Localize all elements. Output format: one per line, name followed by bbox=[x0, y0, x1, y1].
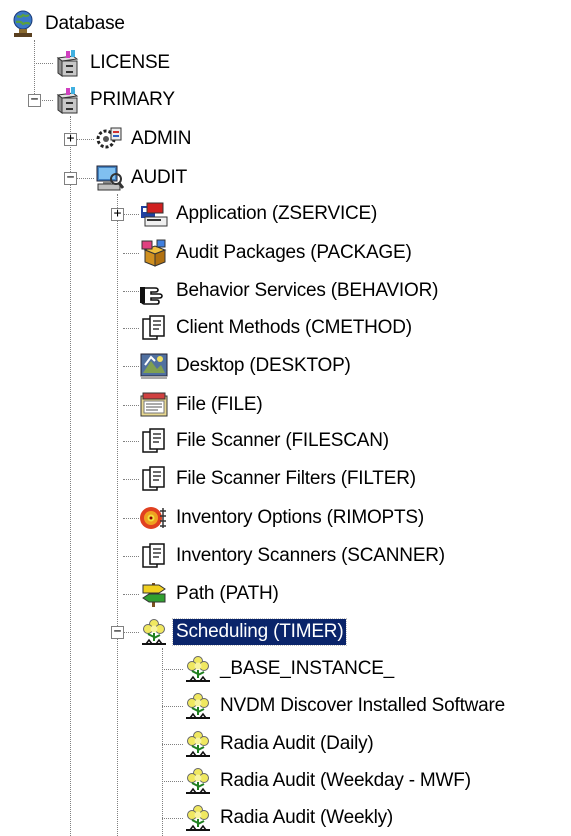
tree-line bbox=[70, 116, 71, 836]
tree-line bbox=[76, 139, 94, 140]
file-cabinet-icon bbox=[53, 85, 83, 115]
tree-node-label: Application (ZSERVICE) bbox=[176, 203, 378, 224]
tree-node-database[interactable]: Database bbox=[8, 7, 128, 41]
tree-line bbox=[123, 594, 139, 595]
tree-node-label: PRIMARY bbox=[90, 89, 175, 110]
tree-line bbox=[162, 744, 183, 745]
tree-node-label: Desktop (DESKTOP) bbox=[176, 355, 351, 376]
tree-node-label: Audit Packages (PACKAGE) bbox=[176, 242, 412, 263]
tree-node-label: Inventory Scanners (SCANNER) bbox=[176, 545, 445, 566]
tree-line bbox=[123, 405, 139, 406]
tree-node-label: File (FILE) bbox=[176, 394, 263, 415]
tree-node-behavior-services-behavior[interactable]: Behavior Services (BEHAVIOR) bbox=[139, 274, 441, 308]
class-document-icon bbox=[139, 541, 169, 571]
tree-node-label: Client Methods (CMETHOD) bbox=[176, 317, 412, 338]
tree-node-label: File Scanner Filters (FILTER) bbox=[176, 468, 416, 489]
collapse-toggle-icon[interactable]: − bbox=[111, 625, 124, 639]
tree-line bbox=[123, 479, 139, 480]
tree-node-primary[interactable]: PRIMARY bbox=[53, 83, 178, 117]
tree-line bbox=[162, 706, 183, 707]
expand-toggle-icon[interactable]: + bbox=[64, 132, 77, 146]
tree-line bbox=[123, 291, 139, 292]
tree-line bbox=[162, 648, 163, 836]
timer-flower-icon bbox=[183, 654, 213, 684]
audit-computer-icon bbox=[94, 163, 124, 193]
timer-flower-icon bbox=[139, 617, 169, 647]
tree-node-base-instance[interactable]: _BASE_INSTANCE_ bbox=[183, 652, 397, 686]
expand-toggle-icon[interactable]: + bbox=[111, 207, 124, 221]
tree-line bbox=[34, 40, 35, 100]
collapse-toggle-icon[interactable]: − bbox=[28, 93, 41, 107]
collapse-toggle-icon[interactable]: − bbox=[64, 171, 77, 185]
class-document-icon bbox=[139, 313, 169, 343]
tree-node-audit-packages-package[interactable]: Audit Packages (PACKAGE) bbox=[139, 236, 415, 270]
tree-line bbox=[123, 518, 139, 519]
timer-flower-icon bbox=[183, 803, 213, 833]
tree-node-label: Radia Audit (Daily) bbox=[220, 733, 374, 754]
tree-node-label: Behavior Services (BEHAVIOR) bbox=[176, 280, 439, 301]
tree-line bbox=[162, 781, 183, 782]
tree-node-file-scanner-filters-filter[interactable]: File Scanner Filters (FILTER) bbox=[139, 462, 419, 496]
file-cabinet-icon bbox=[53, 48, 83, 78]
timer-flower-icon bbox=[183, 766, 213, 796]
tree-line bbox=[123, 441, 139, 442]
path-signpost-icon bbox=[139, 579, 169, 609]
tree-node-label: LICENSE bbox=[90, 52, 170, 73]
tree-node-audit[interactable]: AUDIT bbox=[94, 161, 190, 195]
tree-node-file-file[interactable]: File (FILE) bbox=[139, 388, 265, 422]
tree-line bbox=[123, 556, 139, 557]
tree-line bbox=[123, 253, 139, 254]
tree-node-label: Database bbox=[45, 13, 125, 34]
timer-flower-icon bbox=[183, 691, 213, 721]
class-document-icon bbox=[139, 426, 169, 456]
tree-node-admin[interactable]: ADMIN bbox=[94, 122, 194, 156]
tree-node-desktop-desktop[interactable]: Desktop (DESKTOP) bbox=[139, 349, 354, 383]
tree-node-file-scanner-filescan[interactable]: File Scanner (FILESCAN) bbox=[139, 424, 392, 458]
tree-node-scheduling-timer[interactable]: Scheduling (TIMER) bbox=[139, 615, 348, 649]
tree-line bbox=[40, 100, 53, 101]
tree-line bbox=[162, 669, 183, 670]
admin-gear-icon bbox=[94, 124, 124, 154]
tree-node-license[interactable]: LICENSE bbox=[53, 46, 173, 80]
inventory-options-icon bbox=[139, 503, 169, 533]
class-document-icon bbox=[139, 464, 169, 494]
tree-line bbox=[123, 366, 139, 367]
tree-line bbox=[162, 818, 183, 819]
tree-line bbox=[123, 328, 139, 329]
tree-line bbox=[123, 214, 139, 215]
pointing-hand-icon bbox=[139, 276, 169, 306]
tree-node-path-path[interactable]: Path (PATH) bbox=[139, 577, 282, 611]
tree-node-label: _BASE_INSTANCE_ bbox=[220, 658, 395, 679]
tree-node-label: Path (PATH) bbox=[176, 583, 279, 604]
tree-node-client-methods-cmethod[interactable]: Client Methods (CMETHOD) bbox=[139, 311, 415, 345]
tree-node-radia-audit-daily[interactable]: Radia Audit (Daily) bbox=[183, 727, 377, 761]
timer-flower-icon bbox=[183, 729, 213, 759]
tree-line bbox=[34, 63, 53, 64]
tree-node-label: NVDM Discover Installed Software bbox=[220, 695, 506, 716]
tree-node-label: AUDIT bbox=[131, 167, 188, 188]
tree-node-radia-audit-weekday-mwf[interactable]: Radia Audit (Weekday - MWF) bbox=[183, 764, 474, 798]
tree-node-label: Radia Audit (Weekly) bbox=[220, 807, 394, 828]
tree-line bbox=[117, 194, 118, 836]
file-icon bbox=[139, 390, 169, 420]
tree-line bbox=[123, 632, 139, 633]
tree-node-radia-audit-weekly[interactable]: Radia Audit (Weekly) bbox=[183, 801, 396, 835]
tree-node-label: Scheduling (TIMER) bbox=[171, 618, 348, 646]
tree-node-application-zservice[interactable]: Application (ZSERVICE) bbox=[139, 197, 380, 231]
tree-line bbox=[76, 178, 94, 179]
database-globe-icon bbox=[8, 9, 38, 39]
tree-node-label: Radia Audit (Weekday - MWF) bbox=[220, 770, 471, 791]
tree-node-label: Inventory Options (RIMOPTS) bbox=[176, 507, 425, 528]
desktop-icon bbox=[139, 351, 169, 381]
application-icon bbox=[139, 199, 169, 229]
tree-node-nvdm-discover-installed-software[interactable]: NVDM Discover Installed Software bbox=[183, 689, 508, 723]
tree-node-inventory-options-rimopts[interactable]: Inventory Options (RIMOPTS) bbox=[139, 501, 427, 535]
tree-node-label: ADMIN bbox=[131, 128, 192, 149]
package-icon bbox=[139, 238, 169, 268]
tree-node-label: File Scanner (FILESCAN) bbox=[176, 430, 389, 451]
tree-node-inventory-scanners-scanner[interactable]: Inventory Scanners (SCANNER) bbox=[139, 539, 448, 573]
database-tree-view[interactable]: Database LICENSE PRIMARY − ADMIN + AUDIT − Appli… bbox=[0, 0, 571, 836]
